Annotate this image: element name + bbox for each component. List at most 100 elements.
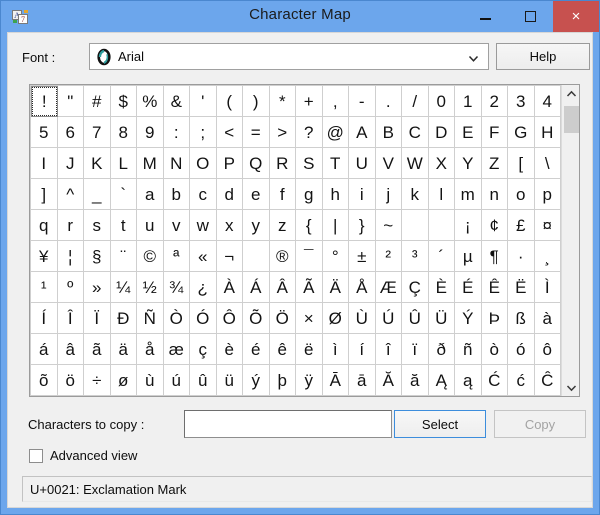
char-cell[interactable]: Ô	[216, 303, 243, 334]
char-cell[interactable]: Ë	[508, 272, 535, 303]
char-cell[interactable]: É	[455, 272, 482, 303]
char-cell[interactable]: >	[269, 117, 296, 148]
char-cell[interactable]: Y	[455, 148, 482, 179]
char-cell[interactable]: M	[137, 148, 164, 179]
char-cell[interactable]: ­	[243, 241, 270, 272]
char-cell[interactable]: a	[137, 179, 164, 210]
advanced-view-row[interactable]: Advanced view	[29, 448, 137, 463]
chevron-down-icon[interactable]	[468, 51, 479, 62]
grid-scrollbar[interactable]	[561, 85, 579, 396]
char-cell[interactable]: Ç	[402, 272, 429, 303]
char-cell[interactable]: ©	[137, 241, 164, 272]
char-cell[interactable]: 6	[57, 117, 84, 148]
char-cell[interactable]: A	[349, 117, 376, 148]
char-cell[interactable]: ¤	[534, 210, 561, 241]
char-cell[interactable]: Ñ	[137, 303, 164, 334]
char-cell[interactable]: t	[110, 210, 137, 241]
char-cell[interactable]: f	[269, 179, 296, 210]
char-cell[interactable]: ´	[428, 241, 455, 272]
char-cell[interactable]: ®	[269, 241, 296, 272]
char-cell[interactable]: {	[296, 210, 323, 241]
char-cell[interactable]: è	[216, 334, 243, 365]
char-cell[interactable]: <	[216, 117, 243, 148]
scrollbar-thumb[interactable]	[564, 106, 579, 133]
char-cell[interactable]: æ	[163, 334, 190, 365]
char-cell[interactable]: "	[57, 86, 84, 117]
char-cell[interactable]: ă	[402, 365, 429, 396]
char-cell[interactable]: ü	[216, 365, 243, 396]
char-cell[interactable]: µ	[455, 241, 482, 272]
char-cell[interactable]: Ú	[375, 303, 402, 334]
char-cell[interactable]: g	[296, 179, 323, 210]
char-cell[interactable]: ø	[110, 365, 137, 396]
char-cell[interactable]: Ý	[455, 303, 482, 334]
char-cell[interactable]: G	[508, 117, 535, 148]
char-cell[interactable]	[428, 210, 455, 241]
char-cell[interactable]: ¶	[481, 241, 508, 272]
char-cell[interactable]: .	[375, 86, 402, 117]
char-cell[interactable]: 3	[508, 86, 535, 117]
char-cell[interactable]: ]	[31, 179, 58, 210]
char-cell[interactable]: ×	[296, 303, 323, 334]
char-cell[interactable]: Ö	[269, 303, 296, 334]
char-cell[interactable]: Í	[31, 303, 58, 334]
char-cell[interactable]: (	[216, 86, 243, 117]
char-cell[interactable]: ô	[534, 334, 561, 365]
char-cell[interactable]: u	[137, 210, 164, 241]
char-cell[interactable]: -	[349, 86, 376, 117]
char-cell[interactable]: R	[269, 148, 296, 179]
char-cell[interactable]: ¹	[31, 272, 58, 303]
char-cell[interactable]: ý	[243, 365, 270, 396]
char-cell[interactable]: D	[428, 117, 455, 148]
char-cell[interactable]: ²	[375, 241, 402, 272]
char-cell[interactable]: X	[428, 148, 455, 179]
char-cell[interactable]: ą	[455, 365, 482, 396]
char-cell[interactable]: b	[163, 179, 190, 210]
select-button[interactable]: Select	[394, 410, 486, 438]
char-cell[interactable]: I	[31, 148, 58, 179]
char-cell[interactable]: À	[216, 272, 243, 303]
char-cell[interactable]: 7	[84, 117, 111, 148]
char-cell[interactable]: à	[534, 303, 561, 334]
char-cell[interactable]: Ì	[534, 272, 561, 303]
char-cell[interactable]: z	[269, 210, 296, 241]
char-cell[interactable]: ÷	[84, 365, 111, 396]
char-cell[interactable]: *	[269, 86, 296, 117]
char-cell[interactable]: ñ	[455, 334, 482, 365]
char-cell[interactable]: T	[322, 148, 349, 179]
char-cell[interactable]: \	[534, 148, 561, 179]
char-cell[interactable]: ½	[137, 272, 164, 303]
char-cell[interactable]: Á	[243, 272, 270, 303]
char-cell[interactable]: ó	[508, 334, 535, 365]
char-cell[interactable]: È	[428, 272, 455, 303]
characters-to-copy-input[interactable]	[184, 410, 392, 438]
char-cell[interactable]: Ĉ	[534, 365, 561, 396]
char-cell[interactable]: »	[84, 272, 111, 303]
font-combobox[interactable]: Arial	[89, 43, 489, 70]
char-cell[interactable]: H	[534, 117, 561, 148]
char-cell[interactable]: +	[296, 86, 323, 117]
char-cell[interactable]: ª	[163, 241, 190, 272]
maximize-button[interactable]	[508, 1, 553, 32]
char-cell[interactable]: 4	[534, 86, 561, 117]
char-cell[interactable]: Î	[57, 303, 84, 334]
char-cell[interactable]: ö	[57, 365, 84, 396]
char-cell[interactable]: V	[375, 148, 402, 179]
char-cell[interactable]: h	[322, 179, 349, 210]
char-cell[interactable]: ú	[163, 365, 190, 396]
char-cell[interactable]: $	[110, 86, 137, 117]
char-cell[interactable]: þ	[269, 365, 296, 396]
char-cell[interactable]: J	[57, 148, 84, 179]
char-cell[interactable]: á	[31, 334, 58, 365]
char-cell[interactable]: 0	[428, 86, 455, 117]
char-cell[interactable]: c	[190, 179, 217, 210]
char-cell[interactable]: ÿ	[296, 365, 323, 396]
char-cell[interactable]: 5	[31, 117, 58, 148]
char-cell[interactable]: é	[243, 334, 270, 365]
char-cell[interactable]: ä	[110, 334, 137, 365]
char-cell[interactable]: ¿	[190, 272, 217, 303]
char-cell[interactable]: ð	[428, 334, 455, 365]
char-cell[interactable]: &	[163, 86, 190, 117]
char-cell[interactable]: ¥	[31, 241, 58, 272]
char-cell[interactable]: o	[508, 179, 535, 210]
